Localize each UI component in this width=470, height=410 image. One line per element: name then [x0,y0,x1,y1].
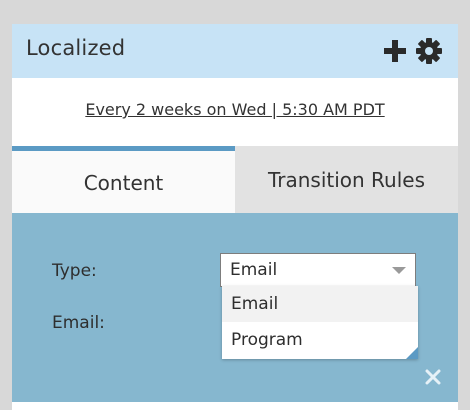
close-icon[interactable] [424,368,442,386]
email-label: Email: [52,313,105,333]
dropdown-option-email[interactable]: Email [222,286,418,322]
schedule-link[interactable]: Every 2 weeks on Wed | 5:30 AM PDT [12,100,458,119]
content-pane: Type: Email: Email Email Program [12,213,458,402]
tab-content[interactable]: Content [12,146,235,213]
resize-handle[interactable] [406,347,418,359]
plus-icon[interactable] [384,40,406,62]
tab-transition-rules[interactable]: Transition Rules [235,146,458,213]
dropdown-option-program[interactable]: Program [222,322,418,358]
panel-title: Localized [26,36,126,60]
type-select[interactable]: Email [220,253,416,287]
chevron-down-icon [392,267,406,274]
smart-campaign-panel: Localized Every 2 weeks on Wed | 5:30 AM… [12,24,458,410]
type-select-value: Email [230,260,278,280]
gear-icon[interactable] [416,38,442,64]
type-dropdown-menu: Email Program [222,286,418,359]
panel-footer [12,402,458,410]
panel-header: Localized [12,24,458,78]
tab-bar: Content Transition Rules [12,146,458,213]
type-label: Type: [52,261,97,281]
